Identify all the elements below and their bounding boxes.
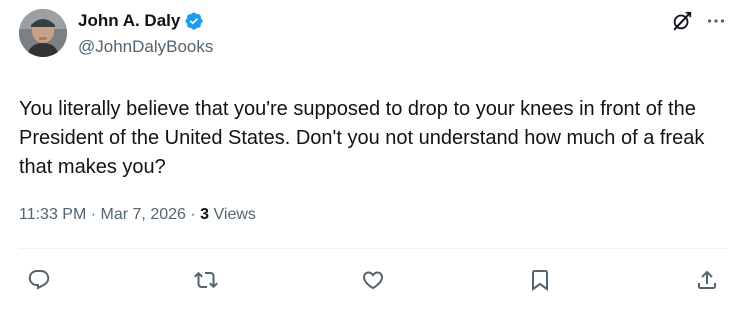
grok-icon[interactable] xyxy=(671,10,693,32)
top-actions xyxy=(671,10,727,32)
share-button[interactable] xyxy=(694,267,720,293)
tweet-text: You literally believe that you're suppos… xyxy=(19,98,705,178)
retweet-button[interactable] xyxy=(193,267,219,293)
display-name[interactable]: John A. Daly xyxy=(78,10,180,32)
bookmark-icon xyxy=(532,270,548,291)
divider xyxy=(19,248,728,249)
tweet-time[interactable]: 11:33 PM xyxy=(19,206,86,223)
meta-separator: · xyxy=(190,206,196,223)
tweet-meta: 11:33 PM · Mar 7, 2026 · 3 Views xyxy=(19,204,256,226)
reply-button[interactable] xyxy=(26,267,52,293)
views-label: Views xyxy=(213,206,256,223)
like-icon xyxy=(362,271,384,290)
bookmark-button[interactable] xyxy=(527,267,553,293)
tweet-date[interactable]: Mar 7, 2026 xyxy=(101,206,186,223)
retweet-icon xyxy=(194,271,218,289)
reply-icon xyxy=(28,270,50,290)
verified-badge-icon xyxy=(185,12,203,30)
avatar[interactable] xyxy=(19,9,67,57)
like-button[interactable] xyxy=(360,267,386,293)
avatar-image xyxy=(19,9,67,57)
meta-separator: · xyxy=(90,206,97,223)
handle[interactable]: @JohnDalyBooks xyxy=(78,36,213,58)
share-icon xyxy=(698,270,716,289)
more-icon[interactable] xyxy=(705,10,727,32)
views-count[interactable]: 3 xyxy=(200,206,209,223)
author-name-row[interactable]: John A. Daly xyxy=(78,10,204,32)
